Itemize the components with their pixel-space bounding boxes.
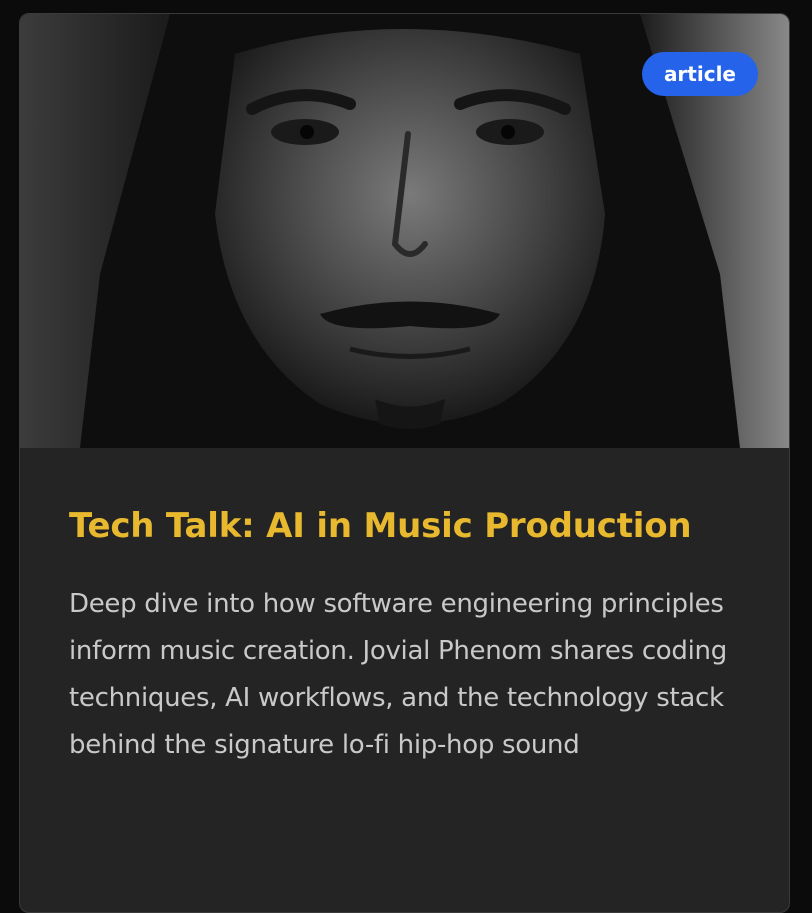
card-body: Tech Talk: AI in Music Production Deep d… — [20, 448, 789, 769]
card-title[interactable]: Tech Talk: AI in Music Production — [69, 506, 741, 546]
card-description: Deep dive into how software engineering … — [69, 589, 727, 760]
category-badge: article — [641, 52, 758, 96]
card-image: article — [20, 14, 789, 448]
content-card[interactable]: article Tech Talk: AI in Music Productio… — [19, 13, 790, 913]
